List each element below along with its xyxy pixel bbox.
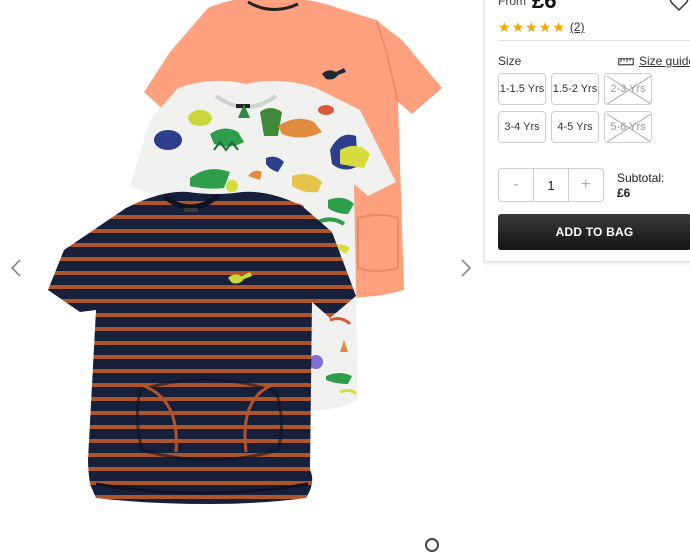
product-purchase-panel: From £6 ★ ★ ★ ★ ★ (2) Size Size guide 1-… [484, 0, 690, 262]
size-option-label: 2-3 Yrs [610, 83, 646, 95]
size-option-label: 5-6 Yrs [610, 121, 646, 133]
size-guide-link[interactable]: Size guide [618, 54, 690, 68]
subtotal-label: Subtotal: [617, 171, 665, 185]
size-option-5-6-unavailable[interactable]: 5-6 Yrs [604, 111, 652, 143]
quantity-increase-button[interactable]: + [569, 169, 603, 201]
star-icon: ★ [525, 19, 538, 35]
star-icon: ★ [498, 19, 511, 35]
product-image [48, 0, 442, 504]
size-label: Size [498, 54, 522, 68]
ruler-icon [618, 58, 634, 66]
divider [498, 40, 690, 41]
add-to-bag-button[interactable]: ADD TO BAG [498, 214, 690, 250]
navy-striped-tshirt [48, 191, 356, 504]
size-option-label: 1.5-2 Yrs [552, 83, 598, 95]
product-rating: ★ ★ ★ ★ ★ (2) [498, 20, 584, 34]
star-icon: ★ [552, 19, 565, 35]
review-count-link[interactable]: (2) [570, 20, 585, 34]
size-option-label: 3-4 Yrs [504, 121, 540, 133]
quantity-decrease-button[interactable]: - [499, 169, 533, 201]
subtotal-value: £6 [617, 186, 631, 200]
gallery-prev-button[interactable] [5, 254, 27, 282]
price-row: From £6 [498, 0, 556, 14]
wishlist-button[interactable] [668, 0, 690, 12]
subtotal: Subtotal: £6 [617, 171, 664, 201]
product-image-gallery [0, 0, 484, 552]
quantity-input[interactable]: 1 [533, 169, 569, 201]
size-option-2-3-unavailable[interactable]: 2-3 Yrs [604, 73, 652, 105]
chevron-right-icon [461, 259, 472, 277]
size-option-1-5-2[interactable]: 1.5-2 Yrs [551, 73, 599, 105]
zoom-icon[interactable] [425, 538, 439, 552]
star-icon: ★ [538, 19, 552, 35]
star-icon: ★ [511, 19, 525, 35]
size-option-label: 4-5 Yrs [557, 121, 593, 133]
size-option-3-4[interactable]: 3-4 Yrs [498, 111, 546, 143]
size-option-1-1-5[interactable]: 1-1.5 Yrs [498, 73, 546, 105]
price-value: £6 [532, 0, 557, 13]
quantity-stepper: - 1 + [498, 168, 604, 202]
size-option-4-5[interactable]: 4-5 Yrs [551, 111, 599, 143]
heart-icon [669, 0, 689, 12]
gallery-next-button[interactable] [455, 254, 477, 282]
size-guide-label: Size guide [639, 54, 690, 68]
price-prefix: From [498, 0, 526, 8]
size-option-label: 1-1.5 Yrs [499, 83, 545, 95]
chevron-left-icon [10, 259, 21, 277]
